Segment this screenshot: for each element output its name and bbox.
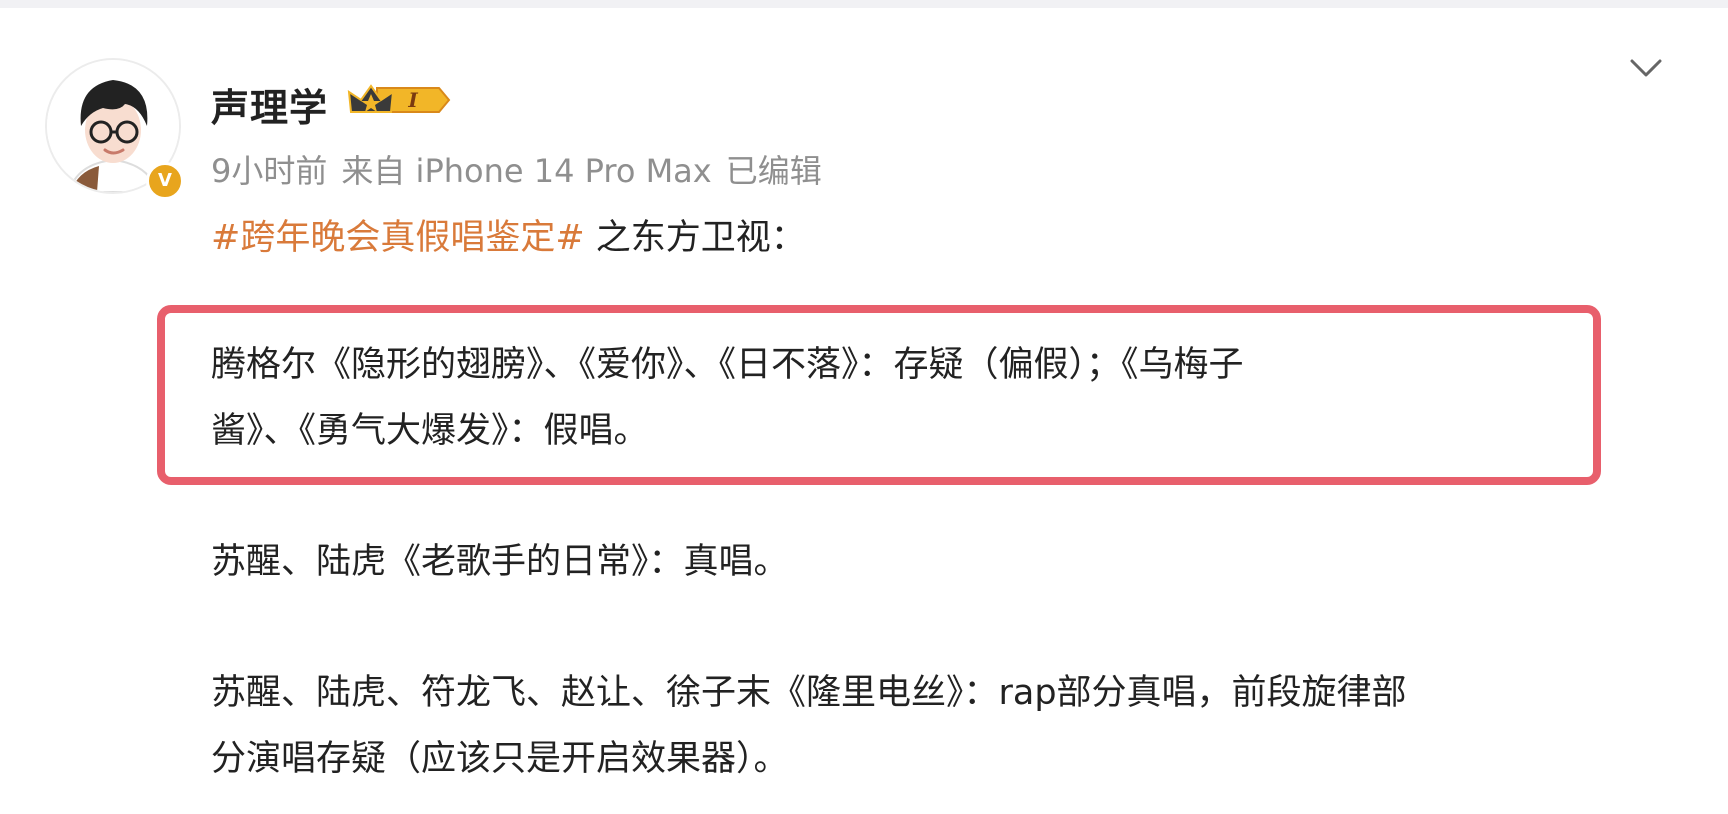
chevron-down-icon[interactable]	[1628, 56, 1664, 80]
post-paragraph-line: 分演唱存疑（应该只是开启效果器）。	[211, 739, 789, 779]
post-paragraph-line: 苏醒、陆虎《老歌手的日常》：真唱。	[211, 542, 789, 582]
post-paragraph-line: 苏醒、陆虎、符龙飞、赵让、徐子末《隆里电丝》：rap部分真唱，前段旋律部	[211, 673, 1407, 713]
verified-badge: V	[146, 162, 184, 200]
post-paragraph-line: 酱》、《勇气大爆发》：假唱。	[211, 411, 649, 451]
post-edited-label[interactable]: 已编辑	[726, 152, 822, 190]
author-name[interactable]: 声理学	[211, 77, 328, 132]
post-intro-text: 之东方卫视：	[595, 218, 806, 258]
post-paragraph-line: 腾格尔《隐形的翅膀》、《爱你》、《日不落》：存疑（偏假）；《乌梅子	[211, 345, 1244, 385]
member-level: I	[407, 88, 418, 112]
member-crown-badge-icon[interactable]: I	[347, 82, 451, 118]
hashtag-link[interactable]: #跨年晚会真假唱鉴定#	[211, 218, 585, 258]
post-time: 9小时前	[211, 152, 328, 190]
weibo-post-card: V 声理学 I 9小时前 来自 iPhone 14 Pro Max 已编辑 #跨年晚…	[0, 8, 1728, 814]
post-meta: 9小时前 来自 iPhone 14 Pro Max 已编辑	[211, 146, 822, 192]
post-intro-line: #跨年晚会真假唱鉴定# 之东方卫视：	[211, 214, 806, 262]
post-source: 来自 iPhone 14 Pro Max	[341, 152, 712, 190]
verified-mark: V	[158, 170, 172, 191]
highlight-box	[157, 305, 1601, 485]
